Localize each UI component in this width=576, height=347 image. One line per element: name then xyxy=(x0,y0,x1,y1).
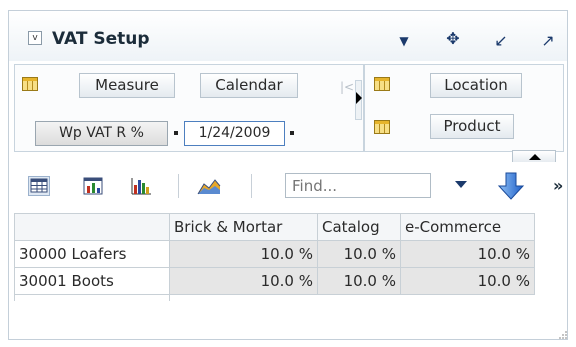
toolbar-separator xyxy=(178,174,179,198)
table-cell[interactable]: 10.0 % xyxy=(317,267,401,295)
more-tools-icon[interactable]: » xyxy=(553,176,563,195)
corner-cell xyxy=(14,213,170,241)
empty-cell xyxy=(170,295,318,302)
column-header[interactable]: e-Commerce xyxy=(400,213,535,241)
grid-icon xyxy=(374,120,390,134)
area-chart-icon[interactable] xyxy=(197,176,221,196)
product-tile[interactable]: Product xyxy=(430,114,514,139)
dropdown-icon[interactable]: ▼ xyxy=(394,31,414,51)
column-header[interactable]: Catalog xyxy=(317,213,401,241)
empty-cell xyxy=(318,295,401,302)
chevron-down-icon: v xyxy=(32,33,38,43)
empty-cell xyxy=(401,295,535,302)
grid-view-icon[interactable] xyxy=(28,176,50,196)
table-row xyxy=(14,294,535,302)
maximize-icon[interactable]: ↗ xyxy=(538,31,558,51)
table-cell[interactable]: 10.0 % xyxy=(400,267,535,295)
chart-table-icon[interactable] xyxy=(82,176,104,196)
table-cell[interactable]: 10.0 % xyxy=(169,267,318,295)
row-header[interactable]: 30000 Loafers xyxy=(14,240,170,268)
vat-table: Brick & Mortar Catalog e-Commerce 30000 … xyxy=(14,213,535,301)
find-next-icon[interactable] xyxy=(497,171,525,201)
resize-grip-icon[interactable] xyxy=(558,330,568,340)
location-tile[interactable]: Location xyxy=(430,73,522,98)
minimize-icon[interactable]: ↙ xyxy=(491,31,511,51)
table-header-row: Brick & Mortar Catalog e-Commerce xyxy=(14,213,535,241)
grid-icon xyxy=(374,77,390,91)
table-cell[interactable]: 10.0 % xyxy=(317,240,401,268)
row-header[interactable]: 30001 Boots xyxy=(14,267,170,295)
drag-handle-icon xyxy=(290,131,294,135)
move-icon[interactable]: ✥ xyxy=(443,29,463,49)
collapse-toggle[interactable]: v xyxy=(28,31,42,45)
calendar-selector[interactable]: 1/24/2009 xyxy=(184,121,285,146)
table-cell[interactable]: 10.0 % xyxy=(400,240,535,268)
measure-tile[interactable]: Measure xyxy=(79,73,175,98)
table-cell[interactable]: 10.0 % xyxy=(169,240,318,268)
toolbar-separator xyxy=(251,174,252,198)
scroll-left-icon[interactable]: |< xyxy=(340,80,354,94)
table-row: 30000 Loafers 10.0 % 10.0 % 10.0 % xyxy=(14,240,535,268)
table-row: 30001 Boots 10.0 % 10.0 % 10.0 % xyxy=(14,267,535,295)
drag-handle-icon xyxy=(174,131,178,135)
calendar-tile[interactable]: Calendar xyxy=(200,73,298,98)
find-input[interactable] xyxy=(285,173,431,198)
empty-cell xyxy=(14,294,170,301)
column-header[interactable]: Brick & Mortar xyxy=(169,213,318,241)
expand-right-icon[interactable] xyxy=(356,92,362,104)
bar-chart-icon[interactable] xyxy=(130,176,152,196)
window-title: VAT Setup xyxy=(52,29,150,49)
grid-icon xyxy=(22,77,38,91)
find-dropdown-icon[interactable] xyxy=(455,181,467,188)
measure-selector[interactable]: Wp VAT R % xyxy=(35,121,168,146)
